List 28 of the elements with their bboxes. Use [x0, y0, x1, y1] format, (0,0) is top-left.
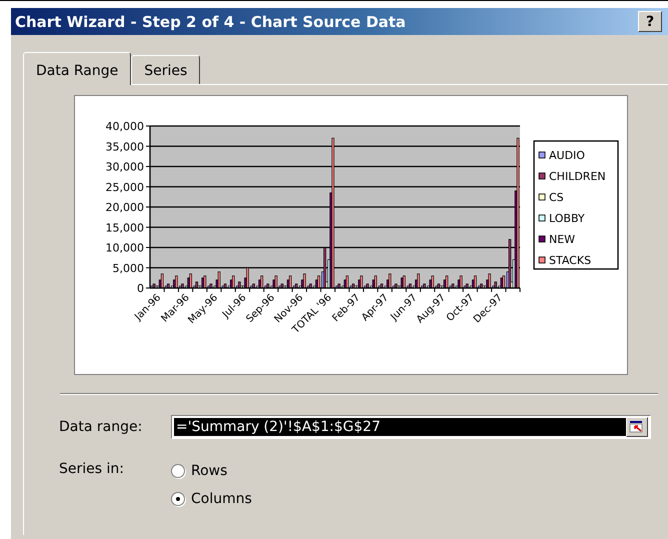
data-range-label: Data range:: [59, 419, 144, 435]
range-select-icon: [629, 420, 645, 434]
collapse-dialog-button[interactable]: [626, 417, 648, 437]
legend-label: CHILDREN: [549, 170, 606, 183]
legend-label: CS: [549, 191, 564, 204]
radio-button[interactable]: [171, 464, 185, 478]
radio-option[interactable]: Columns: [171, 491, 252, 507]
y-tick-label: 0: [137, 282, 144, 295]
tab[interactable]: Series: [131, 55, 200, 84]
legend-label: STACKS: [549, 254, 592, 267]
y-tick-label: 30,000: [106, 160, 144, 174]
legend-label: NEW: [549, 233, 576, 246]
y-tick-label: 10,000: [106, 242, 144, 254]
y-tick-label: 15,000: [106, 221, 144, 234]
y-tick-label: 5,000: [112, 262, 144, 275]
tab[interactable]: Data Range: [23, 52, 132, 85]
legend-label: AUDIO: [549, 149, 585, 162]
series-in-label: Series in:: [59, 460, 125, 479]
window-title: Chart Wizard - Step 2 of 4 - Chart Source Data: [15, 12, 406, 30]
y-tick-label: 20,000: [106, 201, 144, 214]
y-tick-label: 25,000: [106, 180, 144, 194]
y-tick-label: 35,000: [106, 140, 144, 154]
legend-label: LOBBY: [549, 212, 585, 225]
radio-option[interactable]: Rows: [171, 463, 252, 479]
data-range-field[interactable]: ='Summary (2)'!$A$1:$G$27: [171, 415, 651, 439]
y-tick-label: 40,000: [106, 120, 144, 133]
radio-button[interactable]: [171, 492, 185, 506]
help-button[interactable]: ?: [638, 11, 662, 32]
